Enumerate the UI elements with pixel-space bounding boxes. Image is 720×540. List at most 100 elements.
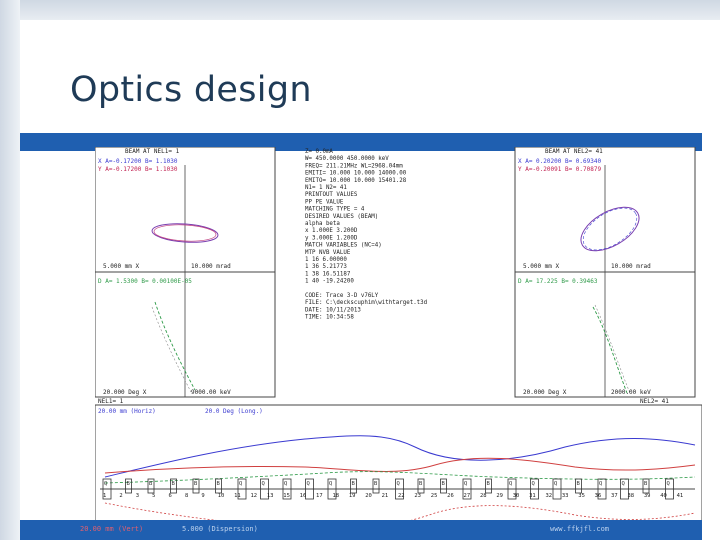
left-beam-x: X A=-0.17200 B= 1.1030 [98,158,178,165]
lattice-element-number: 27 [464,493,471,499]
lattice-element-number: 17 [316,493,323,499]
lattice-element-marker: Q [622,481,625,487]
left-scale-y: 10.000 mrad [191,263,231,270]
scale-long: 20.0 Deg (Long.) [205,408,263,415]
left-phase-panel: BEAM AT NEL1= 1 X A=-0.17200 B= 1.1030 Y… [95,147,276,398]
envelope-profile-panel: NEL1= 1 NEL2= 41 20.00 mm (Horiz) 20.0 D… [95,398,702,540]
lattice-element-number: 37 [611,493,618,499]
right-phase-panel: BEAM AT NEL2= 41 X A= 0.20200 B= 0.69340… [514,147,696,398]
caption-dispersion: 5.000 (Dispersion) [182,525,258,533]
slide-title: Optics design [70,70,312,110]
lattice-element-number: 10 [218,493,225,499]
lattice-element-number: 6 [169,493,172,499]
center-text-line: EMITO= 10.000 10.000 15401.28 [305,178,407,184]
center-text-line: FREQ= 211.21MHz WL=2968.04mm [305,163,403,169]
slide: Optics design BEAM AT NEL1= 1 X A=-0.172… [20,20,702,540]
left-header: BEAM AT NEL1= 1 [125,148,180,155]
center-text-line: DESIRED VALUES (BEAM) [305,214,378,220]
center-text-line: EMITI= 10.000 10.000 14000.00 [305,171,407,177]
lattice-element-number: 31 [529,493,536,499]
lattice-element-number: 8 [185,493,188,499]
lattice-element-marker: Q [239,481,242,487]
lattice-element-number: 30 [513,493,520,499]
lattice-element-marker: Q [532,481,535,487]
center-text-line: x 1.000E 3.200D [305,228,358,234]
left-band [0,0,20,540]
caption-watermark: www.ffkjfl.com [550,525,610,533]
left-scale-x2: 20.000 Deg X [103,389,147,396]
lattice-element-number: 38 [627,493,634,499]
lattice-element-number: 23 [414,493,421,499]
lattice-element-marker: Q [307,481,310,487]
center-text-line: W= 450.0000 450.0000 keV [305,156,389,162]
center-text-line: MTP NVB VALUE [305,250,351,256]
optics-plot: BEAM AT NEL1= 1 X A=-0.17200 B= 1.1030 Y… [95,147,702,540]
right-scale-x2: 20.000 Deg X [523,389,567,396]
lattice-element-number: 16 [300,493,307,499]
lattice-element-number: 40 [660,493,667,499]
right-scale-y: 10.000 mrad [611,263,651,270]
lattice-element-number: 13 [267,493,274,499]
right-beam-y: Y A=-0.20091 B= 0.70879 [518,166,601,173]
center-text-line: TIME: 10:34:58 [305,315,354,321]
center-text-block: Z= 0.0mAW= 450.0000 450.0000 keVFREQ= 21… [305,149,427,321]
center-text-line: alpha beta [305,221,340,227]
lattice-element-marker: Q [464,481,467,487]
lattice-element-number: 22 [398,493,405,499]
lattice-element-number: 41 [677,493,684,499]
lattice-element-number: 33 [562,493,569,499]
lattice-element-marker: Q [509,481,512,487]
lattice-element-marker: Q [284,481,287,487]
lattice-element-number: 21 [382,493,389,499]
lattice-element-number: 28 [480,493,487,499]
lattice-element-marker: Q [104,481,107,487]
center-text-line: 1 38 16.51187 [305,271,351,277]
left-scale-x: 5.000 mm X [103,263,140,270]
right-scale-x: 5.000 mm X [523,263,560,270]
center-text-line: DATE: 10/11/2013 [305,307,361,313]
lattice-element-number: 3 [136,493,139,499]
lattice-element-marker: Q [554,481,557,487]
bottom-band: 20.00 mm (Vert) 5.000 (Dispersion) www.f… [20,520,702,540]
center-text-line: 1 16 6.00000 [305,257,347,263]
lattice-element-number: 35 [578,493,585,499]
lattice-element-number: 15 [283,493,290,499]
lattice-element-marker: Q [262,481,265,487]
lattice-element-number: 12 [251,493,258,499]
top-band [0,0,720,20]
lattice-element-number: 1 [103,493,106,499]
lattice-element-number: 32 [546,493,553,499]
center-text-line: FILE: C:\deckscuphim\withtarget.t3d [305,300,427,306]
center-text-line: MATCHING TYPE = 4 [305,207,365,213]
lattice-element-number: 2 [119,493,122,499]
lattice-element-number: 5 [152,493,155,499]
right-scale-y2: 2000.00 keV [611,389,651,396]
lattice-element-number: 26 [447,493,454,499]
caption-vert: 20.00 mm (Vert) [80,525,144,533]
center-text-line: MATCH VARIABLES (NC=4) [305,243,382,249]
lattice-element-number: 18 [332,493,339,499]
center-text-line: PRINTOUT VALUES [305,192,358,198]
center-text-line: CODE: Trace 3-D v76LY [305,293,379,299]
lattice-element-marker: Q [667,481,670,487]
right-disp-line: D A= 17.225 B= 0.39463 [518,278,598,285]
center-text-line: y 3.000E 1.200D [305,235,358,241]
lattice-element-number: 36 [595,493,602,499]
lattice-element-number: 11 [234,493,241,499]
center-text-line: PP PE VALUE [305,199,344,205]
scale-horiz: 20.00 mm (Horiz) [98,408,156,415]
nel1-label: NEL1= 1 [98,398,124,405]
lattice-element-number: 9 [201,493,204,499]
lattice-element-number: 19 [349,493,356,499]
center-text-line: N1= 1 N2= 41 [305,185,347,191]
center-text-line: 1 40 -19.24200 [305,279,354,285]
left-disp-line: D A= 1.5300 B= 0.00100E-05 [98,278,192,285]
lattice-element-number: 25 [431,493,438,499]
lattice-element-marker: Q [397,481,400,487]
lattice-element-number: 39 [644,493,651,499]
right-beam-x: X A= 0.20200 B= 0.69340 [518,158,601,165]
lattice-element-number: 20 [365,493,372,499]
right-header: BEAM AT NEL2= 41 [545,148,603,155]
center-text-line: Z= 0.0mA [305,149,333,155]
left-scale-y2: 9000.00 keV [191,389,231,396]
